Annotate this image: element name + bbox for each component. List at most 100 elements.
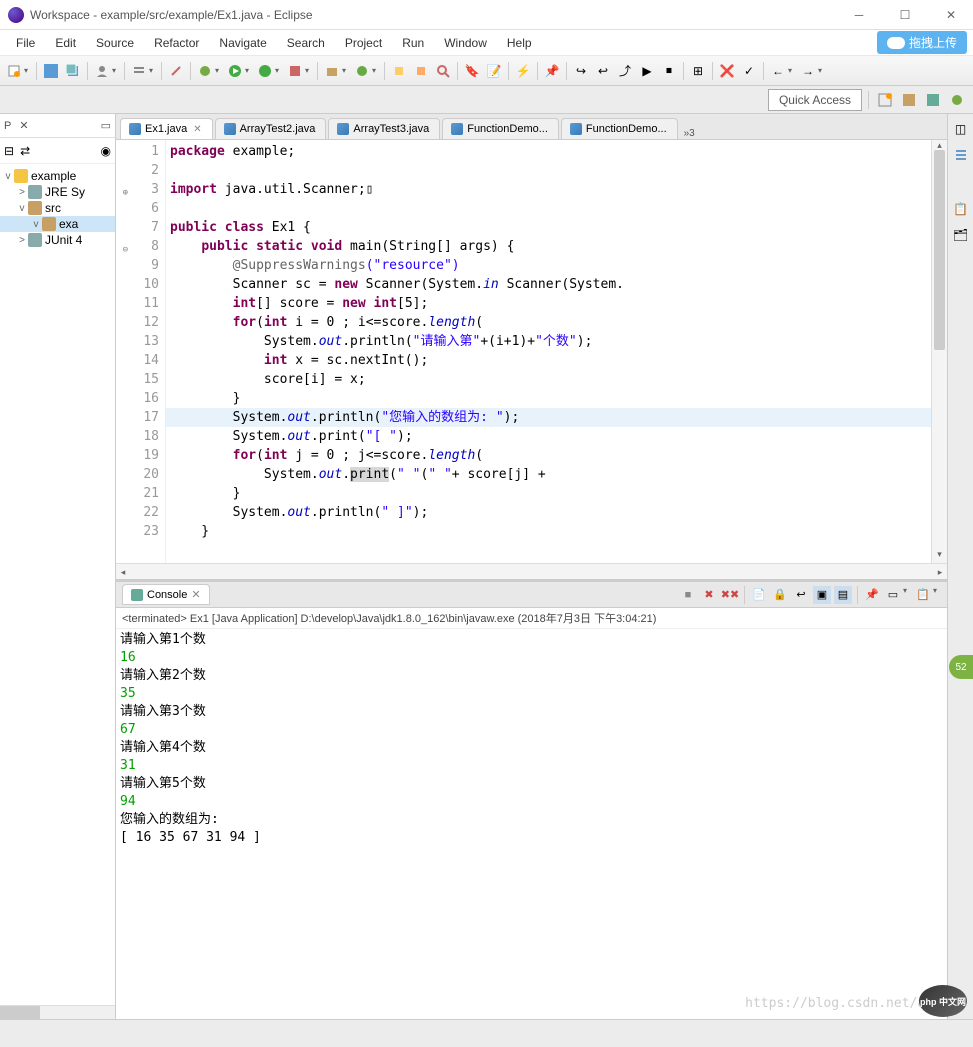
menu-refactor[interactable]: Refactor — [144, 33, 209, 53]
coverage-button[interactable] — [255, 61, 275, 81]
problems-button[interactable]: ❌ — [717, 61, 737, 81]
focus-icon[interactable]: ◉ — [101, 144, 111, 158]
new-pkg-button[interactable] — [322, 61, 342, 81]
tree-item[interactable]: vexample — [0, 168, 115, 184]
restore-icon[interactable]: ◫ — [952, 120, 970, 138]
titlebar: Workspace - example/src/example/Ex1.java… — [0, 0, 973, 30]
menu-window[interactable]: Window — [434, 33, 497, 53]
console-line: 31 — [120, 757, 943, 775]
toggle-button[interactable] — [129, 61, 149, 81]
save-button[interactable] — [41, 61, 61, 81]
editor-hscroll[interactable]: ◂▸ — [116, 563, 947, 579]
run-button[interactable] — [225, 61, 245, 81]
show-console2-button[interactable]: ▤ — [834, 586, 852, 604]
minimize-button[interactable]: ─ — [845, 5, 873, 25]
open-console-button[interactable]: 📋 — [914, 586, 932, 604]
editor-tab[interactable]: ArrayTest3.java — [328, 118, 440, 139]
tasklist-icon[interactable]: 📋 — [952, 200, 970, 218]
show-console1-button[interactable]: ▣ — [813, 586, 831, 604]
perspective-javaee-button[interactable] — [923, 90, 943, 110]
editor-tab[interactable]: FunctionDemo... — [442, 118, 559, 139]
more-tabs-button[interactable]: »3 — [684, 128, 695, 139]
remove-all-button[interactable]: ✖✖ — [721, 586, 739, 604]
step2-button[interactable]: ↩ — [593, 61, 613, 81]
perspective-open-button[interactable] — [875, 90, 895, 110]
main-toolbar: ▾ ▾ ▾ ▾ ▾ ▾ ▾ ▾ ▾ 🔖 📝 ⚡ 📌 ↪ ↩ ⤴ ▶ ⏹ ⊞ ❌ … — [0, 56, 973, 86]
upload-button[interactable]: 拖拽上传 — [877, 31, 967, 54]
display-selected-button[interactable]: ▭ — [884, 586, 902, 604]
tree-item[interactable]: vsrc — [0, 200, 115, 216]
console-tab[interactable]: Console ✕ — [122, 584, 210, 605]
word-wrap-button[interactable]: ↩ — [792, 586, 810, 604]
tab-close-icon[interactable]: ✕ — [193, 124, 201, 135]
badge-52: 52 — [949, 655, 973, 679]
menu-navigate[interactable]: Navigate — [209, 33, 276, 53]
editor-tab[interactable]: Ex1.java✕ — [120, 118, 213, 139]
annotation-button[interactable]: 📝 — [484, 61, 504, 81]
menu-edit[interactable]: Edit — [45, 33, 86, 53]
wand-button[interactable] — [166, 61, 186, 81]
save-all-button[interactable] — [63, 61, 83, 81]
remove-launch-button[interactable]: ✖ — [700, 586, 718, 604]
step5-button[interactable]: ⏹ — [659, 61, 679, 81]
sidebar-tab-label[interactable]: P — [4, 120, 11, 132]
back-button[interactable]: ← — [768, 61, 788, 81]
tree-item[interactable]: vexa — [0, 216, 115, 232]
sidebar-tab-close-icon[interactable]: ✕ — [19, 119, 28, 132]
pin-console-button[interactable]: 📌 — [863, 586, 881, 604]
menu-search[interactable]: Search — [277, 33, 335, 53]
quick-access-input[interactable]: Quick Access — [768, 89, 862, 111]
new-button[interactable] — [4, 61, 24, 81]
toggle-mark-button[interactable]: 🔖 — [462, 61, 482, 81]
project-tree[interactable]: vexample>JRE Syvsrcvexa>JUnit 4 — [0, 164, 115, 1005]
console-output[interactable]: 请输入第1个数16请输入第2个数35请输入第3个数67请输入第4个数31请输入第… — [116, 629, 947, 1019]
line-gutter[interactable]: 123⊕678⊖91011121314151617181920212223 — [116, 140, 166, 563]
forward-button[interactable]: → — [798, 61, 818, 81]
close-button[interactable]: ✕ — [937, 5, 965, 25]
scroll-lock-button[interactable]: 🔒 — [771, 586, 789, 604]
tree-item[interactable]: >JRE Sy — [0, 184, 115, 200]
editor-tab[interactable]: ArrayTest2.java — [215, 118, 327, 139]
link-editor-icon[interactable]: ⇄ — [20, 144, 30, 158]
pin-button[interactable]: 📌 — [542, 61, 562, 81]
expand-button[interactable]: ⊞ — [688, 61, 708, 81]
outline-icon[interactable] — [952, 146, 970, 164]
debug-button[interactable] — [195, 61, 215, 81]
console-toolbar: ■ ✖ ✖✖ 📄 🔒 ↩ ▣ ▤ 📌 ▭▾ 📋▾ — [679, 586, 941, 604]
tasks-button[interactable]: ✓ — [739, 61, 759, 81]
sidebar-min-icon[interactable]: ▭ — [101, 119, 111, 132]
ext-tools-button[interactable] — [285, 61, 305, 81]
editor-vscroll[interactable]: ▴▾ — [931, 140, 947, 563]
new-class-button[interactable] — [352, 61, 372, 81]
window-title: Workspace - example/src/example/Ex1.java… — [30, 8, 845, 22]
code-content[interactable]: package example;import java.util.Scanner… — [166, 140, 931, 563]
maximize-button[interactable]: ☐ — [891, 5, 919, 25]
tree-item[interactable]: >JUnit 4 — [0, 232, 115, 248]
perspective-java-button[interactable] — [899, 90, 919, 110]
search-button[interactable] — [433, 61, 453, 81]
step1-button[interactable]: ↪ — [571, 61, 591, 81]
person-button[interactable] — [92, 61, 112, 81]
new-dropdown[interactable]: ▾ — [24, 66, 32, 75]
menu-project[interactable]: Project — [335, 33, 392, 53]
menu-help[interactable]: Help — [497, 33, 542, 53]
editor-tab[interactable]: FunctionDemo... — [561, 118, 678, 139]
menu-source[interactable]: Source — [86, 33, 144, 53]
java-file-icon — [570, 123, 582, 135]
step3-button[interactable]: ⤴ — [615, 61, 635, 81]
menu-file[interactable]: File — [6, 33, 45, 53]
java-file-icon — [451, 123, 463, 135]
menu-run[interactable]: Run — [392, 33, 434, 53]
open-type-button[interactable] — [389, 61, 409, 81]
sidebar-hscroll[interactable] — [0, 1005, 115, 1019]
collapse-all-icon[interactable]: ⊟ — [4, 144, 14, 158]
perspective-debug-button[interactable] — [947, 90, 967, 110]
skip-breakpoints-button[interactable]: ⚡ — [513, 61, 533, 81]
code-editor[interactable]: 123⊕678⊖91011121314151617181920212223 pa… — [116, 140, 947, 563]
console-tab-close-icon[interactable]: ✕ — [191, 588, 200, 601]
open-task-button[interactable] — [411, 61, 431, 81]
bookmarks-icon[interactable]: 🗂 — [952, 226, 970, 244]
step4-button[interactable]: ▶ — [637, 61, 657, 81]
clear-console-button[interactable]: 📄 — [750, 586, 768, 604]
terminate-button[interactable]: ■ — [679, 586, 697, 604]
